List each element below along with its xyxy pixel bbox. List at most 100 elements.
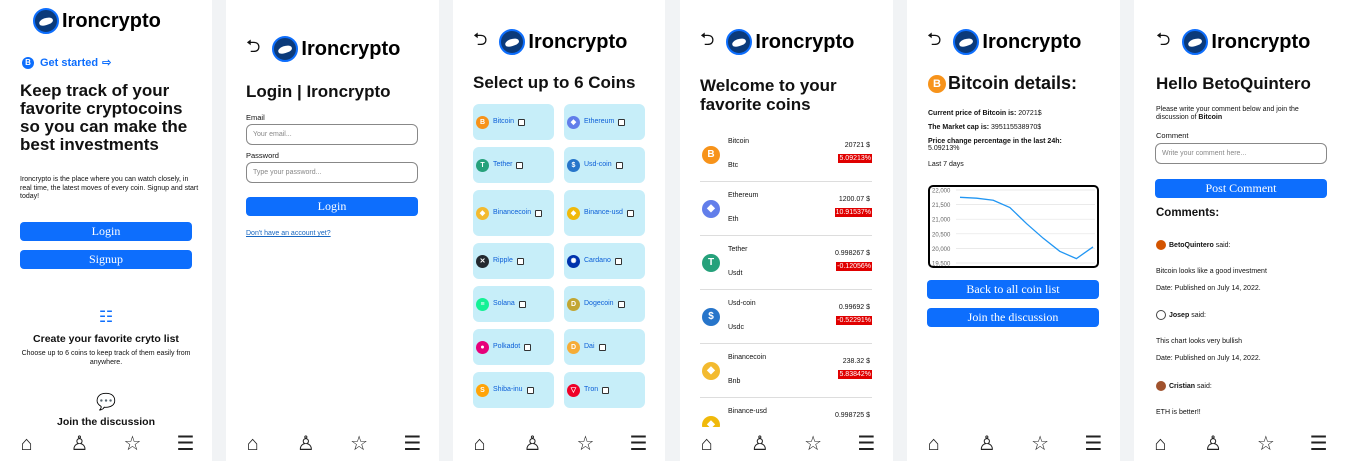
home-icon[interactable]: ⌂ bbox=[240, 434, 266, 454]
coin-checkbox[interactable] bbox=[518, 118, 526, 126]
price-series-line bbox=[959, 196, 1094, 260]
logo[interactable]: Ironcrypto bbox=[33, 8, 161, 34]
coin-name: Dai bbox=[584, 343, 595, 350]
coin-option[interactable]: ✺ Cardano bbox=[564, 243, 645, 279]
coin-option[interactable]: ● Polkadot bbox=[473, 329, 554, 365]
coin-icon: ● bbox=[476, 340, 489, 354]
menu-list-icon[interactable]: ☰ bbox=[1306, 434, 1332, 454]
coin-checkbox[interactable] bbox=[518, 300, 526, 308]
favorite-coin-row[interactable]: T Tether 0.998267 $ Usdt -0.12056% bbox=[700, 236, 872, 290]
comment-input[interactable]: Write your comment here... bbox=[1155, 143, 1327, 164]
profile-icon[interactable]: ♙ bbox=[520, 434, 546, 454]
coin-option[interactable]: ◆ Binancecoin bbox=[473, 190, 554, 236]
home-icon[interactable]: ⌂ bbox=[467, 434, 493, 454]
signup-button[interactable]: Signup bbox=[20, 250, 192, 269]
logo[interactable]: Ironcrypto bbox=[726, 29, 854, 55]
coin-price: 0.998725 $ bbox=[834, 412, 870, 419]
menu-list-icon[interactable]: ☰ bbox=[173, 434, 199, 454]
password-field[interactable]: Type your password... bbox=[246, 162, 418, 183]
logo[interactable]: Ironcrypto bbox=[499, 29, 627, 55]
comment-date: Date: Published on July 14, 2022. bbox=[1156, 285, 1261, 292]
list-icon: ☷ bbox=[98, 309, 114, 326]
email-field[interactable]: Your email... bbox=[246, 124, 418, 145]
coin-checkbox[interactable] bbox=[615, 161, 623, 169]
favorite-coin-row[interactable]: ◆ Ethereum 1200.07 $ Eth 10.91537% bbox=[700, 182, 872, 236]
coin-option[interactable]: D Dai bbox=[564, 329, 645, 365]
y-tick-label: 19,500 bbox=[932, 262, 951, 267]
app-name: Ironcrypto bbox=[62, 9, 161, 32]
profile-icon[interactable]: ♙ bbox=[293, 434, 319, 454]
profile-icon[interactable]: ♙ bbox=[974, 434, 1000, 454]
coin-checkbox[interactable] bbox=[598, 343, 606, 351]
logo[interactable]: Ironcrypto bbox=[1182, 29, 1310, 55]
coin-name: Ethereum bbox=[584, 118, 615, 125]
login-button[interactable]: Login bbox=[20, 222, 192, 241]
coin-name: Cardano bbox=[584, 257, 611, 264]
coin-checkbox[interactable] bbox=[524, 343, 532, 351]
coin-icon: T bbox=[702, 254, 720, 272]
coin-option[interactable]: D Dogecoin bbox=[564, 286, 645, 322]
coin-option[interactable]: ◆ Ethereum bbox=[564, 104, 645, 140]
home-icon[interactable]: ⌂ bbox=[921, 434, 947, 454]
coin-symbol: Usdt bbox=[728, 270, 743, 277]
coin-option[interactable]: ≡ Solana bbox=[473, 286, 554, 322]
join-discussion-button[interactable]: Join the discussion bbox=[927, 308, 1099, 327]
coin-option[interactable]: ✕ Ripple bbox=[473, 243, 554, 279]
back-arrow-icon[interactable]: ⮌ bbox=[700, 27, 714, 57]
star-icon[interactable]: ☆ bbox=[346, 434, 372, 454]
star-icon[interactable]: ☆ bbox=[120, 434, 146, 454]
menu-list-icon[interactable]: ☰ bbox=[1080, 434, 1106, 454]
coin-icon: S bbox=[476, 383, 489, 397]
favorite-coin-row[interactable]: B Bitcoin 20721 $ Btc 5.09213% bbox=[700, 128, 872, 182]
coin-checkbox[interactable] bbox=[526, 386, 534, 394]
coin-icon: ◆ bbox=[567, 115, 580, 129]
post-comment-button[interactable]: Post Comment bbox=[1155, 179, 1327, 198]
coin-option[interactable]: T Tether bbox=[473, 147, 554, 183]
coin-option[interactable]: $ Usd-coin bbox=[564, 147, 645, 183]
back-arrow-icon[interactable]: ⮌ bbox=[246, 34, 260, 64]
coin-option[interactable]: ▽ Tron bbox=[564, 372, 645, 408]
favorite-coin-row[interactable]: $ Usd-coin 0.99692 $ Usdc -0.52291% bbox=[700, 290, 872, 344]
star-icon[interactable]: ☆ bbox=[1253, 434, 1279, 454]
menu-list-icon[interactable]: ☰ bbox=[853, 434, 879, 454]
star-icon[interactable]: ☆ bbox=[800, 434, 826, 454]
coin-checkbox[interactable] bbox=[617, 300, 625, 308]
chat-icon: 💬 bbox=[96, 394, 116, 411]
coin-checkbox[interactable] bbox=[618, 118, 626, 126]
menu-list-icon[interactable]: ☰ bbox=[399, 434, 425, 454]
get-started-link[interactable]: B Get started ⇨ bbox=[22, 56, 111, 69]
coin-checkbox[interactable] bbox=[535, 209, 543, 217]
signup-link[interactable]: Don't have an account yet? bbox=[246, 230, 331, 237]
back-arrow-icon[interactable]: ⮌ bbox=[1156, 27, 1170, 57]
coin-symbol: Eth bbox=[728, 216, 739, 223]
coin-option[interactable]: ◆ Binance-usd bbox=[564, 190, 645, 236]
star-icon[interactable]: ☆ bbox=[573, 434, 599, 454]
coin-option[interactable]: B Bitcoin bbox=[473, 104, 554, 140]
logo[interactable]: Ironcrypto bbox=[953, 29, 1081, 55]
home-icon[interactable]: ⌂ bbox=[694, 434, 720, 454]
back-arrow-icon[interactable]: ⮌ bbox=[927, 27, 941, 57]
favorite-coin-row[interactable]: ◆ Binancecoin 238.32 $ Bnb 5.83842% bbox=[700, 344, 872, 398]
profile-icon[interactable]: ♙ bbox=[747, 434, 773, 454]
coin-option[interactable]: S Shiba-inu bbox=[473, 372, 554, 408]
coin-name: Ripple bbox=[493, 257, 513, 264]
menu-list-icon[interactable]: ☰ bbox=[626, 434, 652, 454]
coin-checkbox[interactable] bbox=[614, 257, 622, 265]
star-icon[interactable]: ☆ bbox=[1027, 434, 1053, 454]
coin-checkbox[interactable] bbox=[602, 386, 610, 394]
profile-icon[interactable]: ♙ bbox=[1200, 434, 1226, 454]
coin-name: Tron bbox=[584, 386, 599, 393]
back-arrow-icon[interactable]: ⮌ bbox=[473, 27, 487, 57]
logo[interactable]: Ironcrypto bbox=[272, 36, 400, 62]
login-button[interactable]: Login bbox=[246, 197, 418, 216]
logo-icon bbox=[272, 36, 299, 62]
profile-icon[interactable]: ♙ bbox=[67, 434, 93, 454]
coin-checkbox[interactable] bbox=[516, 161, 524, 169]
coin-name: Binancecoin bbox=[493, 209, 532, 216]
comments-heading: Comments: bbox=[1156, 207, 1220, 219]
back-to-list-button[interactable]: Back to all coin list bbox=[927, 280, 1099, 299]
home-icon[interactable]: ⌂ bbox=[14, 434, 40, 454]
coin-checkbox[interactable] bbox=[626, 209, 634, 217]
home-icon[interactable]: ⌂ bbox=[1147, 434, 1173, 454]
coin-checkbox[interactable] bbox=[516, 257, 524, 265]
